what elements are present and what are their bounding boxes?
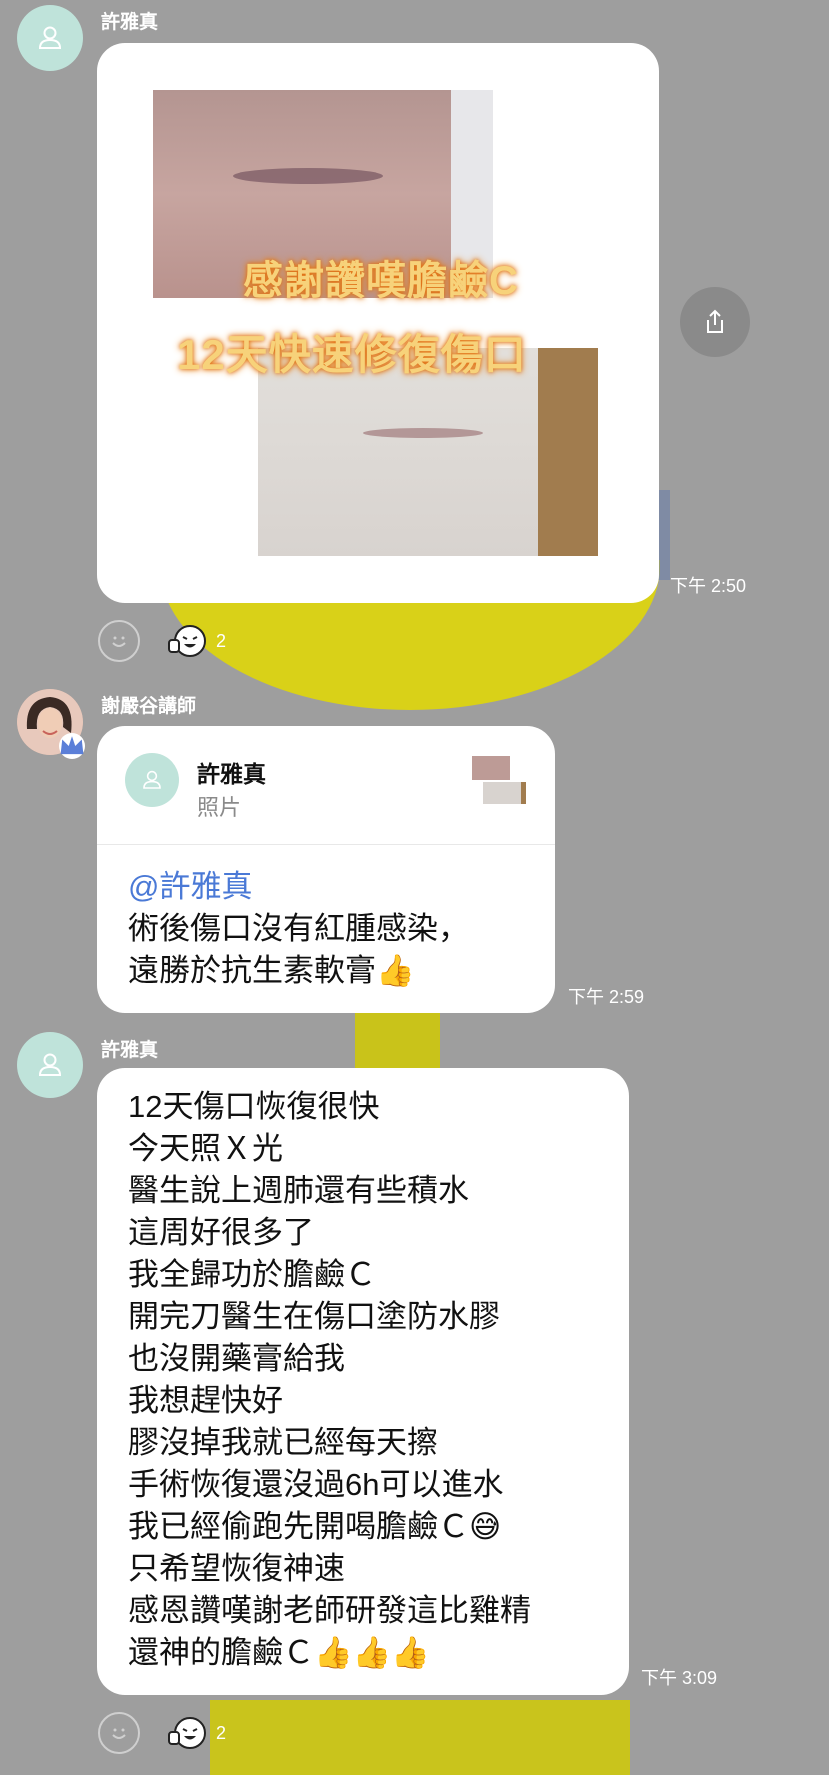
message-text: @許雅真 術後傷口沒有紅腫感染， 遠勝於抗生素軟膏👍 (128, 866, 469, 992)
reply-message[interactable]: 許雅真 照片 @許雅真 術後傷口沒有紅腫感染， 遠勝於抗生素軟膏👍 (97, 726, 555, 1013)
message-line: 感恩讚嘆謝老師研發這比雞精 (128, 1593, 531, 1628)
sender-name: 謝嚴谷講師 (101, 696, 197, 717)
mention[interactable]: @許雅真 (128, 866, 469, 908)
avatar[interactable] (17, 5, 83, 71)
divider (97, 844, 555, 845)
message-line: 開完刀醫生在傷口塗防水膠 (128, 1299, 500, 1334)
reaction-count: 2 (216, 1722, 227, 1743)
add-reaction-button[interactable] (98, 620, 140, 662)
quoted-type: 照片 (197, 795, 242, 820)
quoted-sender: 許雅真 (197, 761, 266, 787)
photo-caption: 感謝讚嘆膽鹼C (243, 259, 519, 303)
sender-name: 許雅真 (101, 1040, 159, 1061)
message-line: 手術恢復還沒過6h可以進水 (128, 1467, 504, 1502)
background-wallpaper-shape (210, 1700, 630, 1775)
message-line: 我已經偷跑先開喝膽鹼Ｃ😅 (128, 1509, 502, 1544)
message-text: 12天傷口恢復很快 今天照Ｘ光 醫生說上週肺還有些積水 這周好很多了 我全歸功於… (128, 1086, 531, 1674)
add-reaction-icon (112, 1728, 126, 1739)
message-line: 膠沒掉我就已經每天擦 (128, 1425, 438, 1460)
quoted-message[interactable]: 許雅真 照片 (97, 726, 555, 844)
user-placeholder-icon (143, 770, 161, 789)
quoted-thumbnail (472, 756, 526, 804)
laughing-thumbs-up-sticker[interactable] (166, 622, 208, 660)
message-line: 這周好很多了 (128, 1215, 314, 1250)
sender-name: 許雅真 (101, 12, 159, 33)
quoted-avatar (125, 753, 179, 807)
message-line: 今天照Ｘ光 (128, 1131, 283, 1166)
laughing-thumbs-up-sticker[interactable] (166, 1714, 208, 1752)
add-reaction-button[interactable] (98, 1712, 140, 1754)
share-button[interactable] (680, 287, 750, 357)
avatar[interactable] (17, 1032, 83, 1098)
share-icon (707, 309, 723, 333)
reaction-count: 2 (216, 630, 227, 651)
user-placeholder-icon (38, 1053, 62, 1076)
message-line: 還神的膽鹼Ｃ👍👍👍 (128, 1635, 430, 1670)
message-line: 也沒開藥膏給我 (128, 1341, 345, 1376)
timestamp: 下午 2:59 (568, 987, 645, 1007)
reaction-row: 2 (98, 620, 226, 662)
crown-icon (60, 736, 84, 755)
message-line: 術後傷口沒有紅腫感染， (128, 911, 469, 946)
photo-caption: 12天快速修復傷口 (177, 331, 527, 378)
message-line: 12天傷口恢復很快 (128, 1089, 380, 1124)
message-line: 遠勝於抗生素軟膏👍 (128, 953, 415, 988)
text-message[interactable]: 12天傷口恢復很快 今天照Ｘ光 醫生說上週肺還有些積水 這周好很多了 我全歸功於… (97, 1068, 629, 1695)
message-line: 醫生說上週肺還有些積水 (128, 1173, 469, 1208)
message-line: 我想趕快好 (128, 1383, 283, 1418)
timestamp: 下午 2:50 (670, 576, 747, 596)
photo-message[interactable]: 感謝讚嘆膽鹼C 12天快速修復傷口 (97, 43, 659, 603)
avatar[interactable] (17, 689, 85, 759)
message-line: 只希望恢復神速 (128, 1551, 345, 1586)
reaction-row: 2 (98, 1712, 226, 1754)
message-line: 我全歸功於膽鹼Ｃ (128, 1257, 376, 1292)
admin-badge (59, 733, 85, 759)
timestamp: 下午 3:09 (641, 1668, 718, 1688)
user-placeholder-icon (38, 26, 62, 49)
add-reaction-icon (112, 636, 126, 647)
